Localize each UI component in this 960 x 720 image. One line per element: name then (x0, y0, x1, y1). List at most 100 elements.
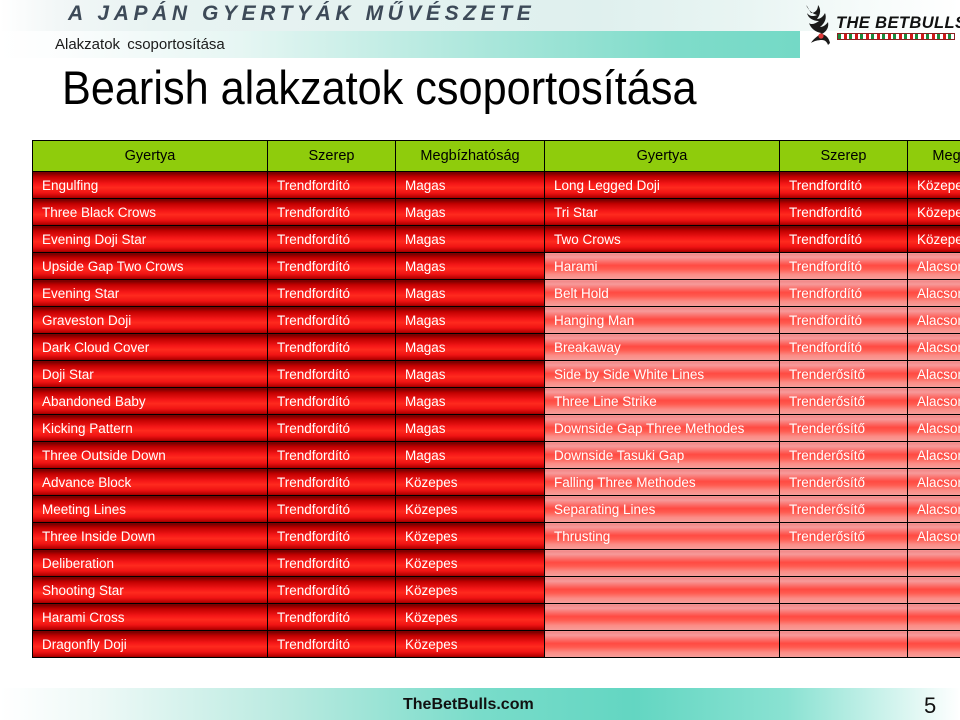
column-header-candle-left: Gyertya (32, 140, 268, 172)
cell-role-left: Trendfordító (267, 225, 396, 253)
cell-role-left: Trendfordító (267, 522, 396, 550)
page-title: Bearish alakzatok csoportosítása (62, 61, 697, 114)
cell-role-right: Trenderősítő (779, 441, 908, 469)
cell-reliability-left: Közepes (395, 576, 545, 604)
table-row: Doji Star Trendfordító Magas Side by Side W… (32, 360, 960, 388)
cell-role-right: Trenderősítő (779, 360, 908, 388)
cell-role-right (779, 549, 908, 577)
cell-candle-left: Upside Gap Two Crows (32, 252, 268, 280)
betbulls-logo: THE BETBULLS (800, 2, 960, 46)
cell-role-left: Trendfordító (267, 495, 396, 523)
subtitle-label: Alakzatok csoportosítása (55, 36, 225, 53)
cell-role-right: Trendfordító (779, 333, 908, 361)
cell-role-right: Trendfordító (779, 198, 908, 226)
cell-candle-left: Three Inside Down (32, 522, 268, 550)
column-header-candle-right: Gyertya (544, 140, 780, 172)
cell-reliability-left: Közepes (395, 468, 545, 496)
table-row: Graveston Doji Trendfordító Magas Hanging M… (32, 306, 960, 334)
cell-role-right: Trenderősítő (779, 522, 908, 550)
cell-candle-left: Three Outside Down (32, 441, 268, 469)
cell-role-left: Trendfordító (267, 576, 396, 604)
cell-candle-left: Dragonfly Doji (32, 630, 268, 658)
cell-candle-right: Falling Three Methodes (544, 468, 780, 496)
page-number: 5 (924, 693, 937, 718)
cell-candle-right: Hanging Man (544, 306, 780, 334)
bull-silhouette-icon (806, 5, 830, 45)
column-header-reliability-left: Megbízhatóság (395, 140, 545, 172)
cell-reliability-right: Alacsony (907, 333, 960, 361)
cell-role-right: Trenderősítő (779, 495, 908, 523)
cell-role-left: Trendfordító (267, 252, 396, 280)
table-row: Upside Gap Two Crows Trendfordító Magas Har… (32, 252, 960, 280)
cell-reliability-left: Magas (395, 414, 545, 442)
table-row: Three Outside Down Trendfordító Magas Downs… (32, 441, 960, 469)
cell-reliability-left: Közepes (395, 603, 545, 631)
cell-candle-left: Shooting Star (32, 576, 268, 604)
cell-candle-right: Separating Lines (544, 495, 780, 523)
cell-reliability-right (907, 549, 960, 577)
cell-role-right: Trendfordító (779, 279, 908, 307)
footer-brand: TheBetBulls.com (403, 696, 534, 713)
cell-candle-right (544, 630, 780, 658)
cell-candle-right: Two Crows (544, 225, 780, 253)
cell-role-right: Trenderősítő (779, 468, 908, 496)
cell-reliability-left: Magas (395, 171, 545, 199)
table-row: Evening Doji Star Trendfordító Magas Two Cr… (32, 225, 960, 253)
cell-reliability-right: Közepes (907, 198, 960, 226)
cell-reliability-left: Magas (395, 360, 545, 388)
cell-reliability-left: Magas (395, 333, 545, 361)
cell-reliability-left: Magas (395, 279, 545, 307)
banner-headline: A JAPÁN GYERTYÁK MŰVÉSZETE (68, 2, 536, 25)
cell-role-left: Trendfordító (267, 306, 396, 334)
cell-candle-left: Harami Cross (32, 603, 268, 631)
table-row: Shooting Star Trendfordító Közepes (32, 576, 960, 604)
cell-candle-right (544, 549, 780, 577)
cell-candle-right (544, 576, 780, 604)
cell-candle-right: Breakaway (544, 333, 780, 361)
cell-candle-right: Downside Gap Three Methodes (544, 414, 780, 442)
cell-role-right: Trendfordító (779, 252, 908, 280)
table-row: Meeting Lines Trendfordító Közepes Separati… (32, 495, 960, 523)
cell-reliability-right: Alacsony (907, 441, 960, 469)
cell-role-right: Trenderősítő (779, 387, 908, 415)
cell-reliability-left: Magas (395, 252, 545, 280)
cell-candle-left: Deliberation (32, 549, 268, 577)
cell-candle-right: Three Line Strike (544, 387, 780, 415)
pattern-classification-table: Gyertya Szerep Megbízhatóság Gyertya Sze… (32, 140, 960, 658)
cell-reliability-left: Közepes (395, 630, 545, 658)
cell-reliability-left: Magas (395, 387, 545, 415)
table-row: Evening Star Trendfordító Magas Belt Hold Tr… (32, 279, 960, 307)
table-head: Gyertya Szerep Megbízhatóság Gyertya Sze… (32, 140, 960, 172)
table-row: Kicking Pattern Trendfordító Magas Downside… (32, 414, 960, 442)
cell-reliability-left: Közepes (395, 549, 545, 577)
cell-reliability-right: Közepes (907, 171, 960, 199)
table-body: Engulfing Trendfordító Magas Long Legged Do… (32, 171, 960, 658)
table-row: Advance Block Trendfordító Közepes Falling … (32, 468, 960, 496)
cell-candle-left: Evening Doji Star (32, 225, 268, 253)
column-header-reliability-right: Megbízhatóság (907, 140, 960, 172)
cell-candle-left: Dark Cloud Cover (32, 333, 268, 361)
cell-candle-left: Three Black Crows (32, 198, 268, 226)
cell-role-left: Trendfordító (267, 333, 396, 361)
cell-reliability-left: Magas (395, 306, 545, 334)
table-row: Deliberation Trendfordító Közepes (32, 549, 960, 577)
cell-role-right: Trendfordító (779, 306, 908, 334)
cell-reliability-right: Alacsony (907, 468, 960, 496)
cell-candle-right: Side by Side White Lines (544, 360, 780, 388)
cell-reliability-right (907, 576, 960, 604)
cell-role-right (779, 576, 908, 604)
cell-reliability-right: Alacsony (907, 252, 960, 280)
cell-reliability-right: Alacsony (907, 279, 960, 307)
logo-wordmark: THE BETBULLS (836, 14, 960, 32)
cell-reliability-left: Magas (395, 225, 545, 253)
cell-reliability-right: Alacsony (907, 360, 960, 388)
table-row: Three Black Crows Trendfordító Magas Tri St… (32, 198, 960, 226)
cell-role-right (779, 603, 908, 631)
cell-reliability-right: Közepes (907, 225, 960, 253)
cell-reliability-right (907, 603, 960, 631)
cell-candle-left: Doji Star (32, 360, 268, 388)
cell-reliability-right: Alacsony (907, 414, 960, 442)
column-header-role-right: Szerep (779, 140, 908, 172)
cell-reliability-right: Alacsony (907, 495, 960, 523)
cell-role-left: Trendfordító (267, 387, 396, 415)
